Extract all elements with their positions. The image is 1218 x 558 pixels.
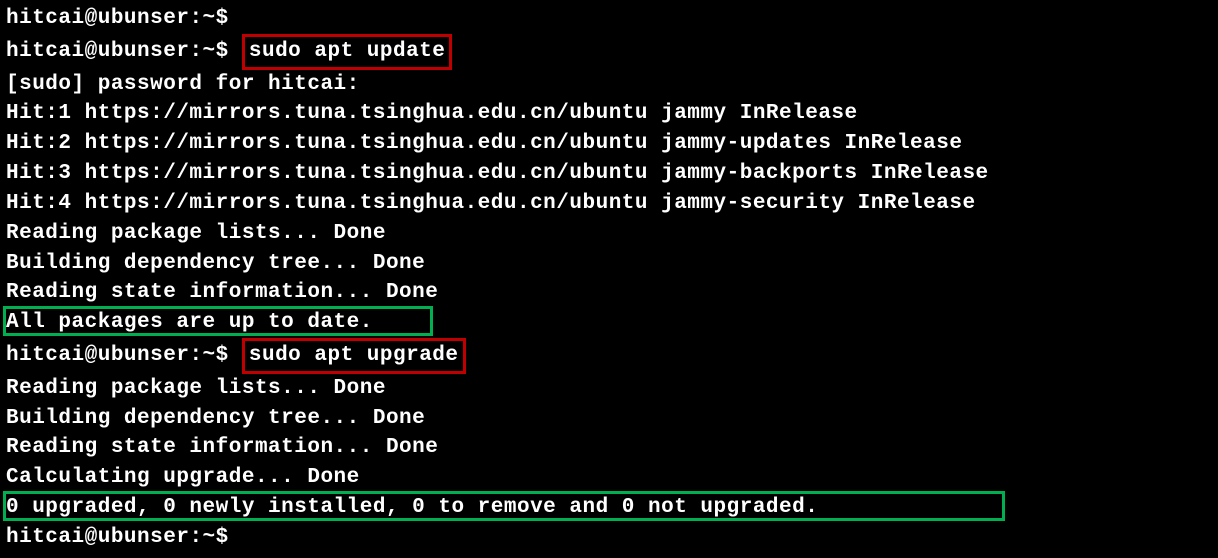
prompt-line-update[interactable]: hitcai@ubunser:~$ sudo apt update [6,34,1212,70]
output-line: Calculating upgrade... Done [6,463,1212,493]
output-line: Hit:1 https://mirrors.tuna.tsinghua.edu.… [6,99,1212,129]
output-line-highlighted: All packages are up to date. [6,308,1212,338]
output-line: Reading package lists... Done [6,374,1212,404]
output-line: Reading package lists... Done [6,219,1212,249]
output-line: [sudo] password for hitcai: [6,70,1212,100]
output-line: Hit:3 https://mirrors.tuna.tsinghua.edu.… [6,159,1212,189]
output-line: Reading state information... Done [6,278,1212,308]
shell-prompt: hitcai@ubunser:~$ [6,7,229,30]
prompt-line[interactable]: hitcai@ubunser:~$ [6,523,1212,553]
output-line: Building dependency tree... Done [6,404,1212,434]
terminal-output: hitcai@ubunser:~$ hitcai@ubunser:~$ sudo… [6,4,1212,553]
shell-prompt: hitcai@ubunser:~$ [6,40,242,63]
highlight-green-box [3,491,1005,521]
highlight-green-box [3,306,433,336]
output-line-highlighted: 0 upgraded, 0 newly installed, 0 to remo… [6,493,1212,523]
output-line: Building dependency tree... Done [6,249,1212,279]
command-text: sudo apt update [249,40,446,63]
output-line: Hit:4 https://mirrors.tuna.tsinghua.edu.… [6,189,1212,219]
command-highlight-red: sudo apt upgrade [242,338,466,374]
prompt-line: hitcai@ubunser:~$ [6,4,1212,34]
output-line: Hit:2 https://mirrors.tuna.tsinghua.edu.… [6,129,1212,159]
command-text: sudo apt upgrade [249,344,459,367]
output-line: Reading state information... Done [6,433,1212,463]
prompt-line-upgrade[interactable]: hitcai@ubunser:~$ sudo apt upgrade [6,338,1212,374]
shell-prompt: hitcai@ubunser:~$ [6,526,229,549]
command-highlight-red: sudo apt update [242,34,453,70]
shell-prompt: hitcai@ubunser:~$ [6,344,242,367]
